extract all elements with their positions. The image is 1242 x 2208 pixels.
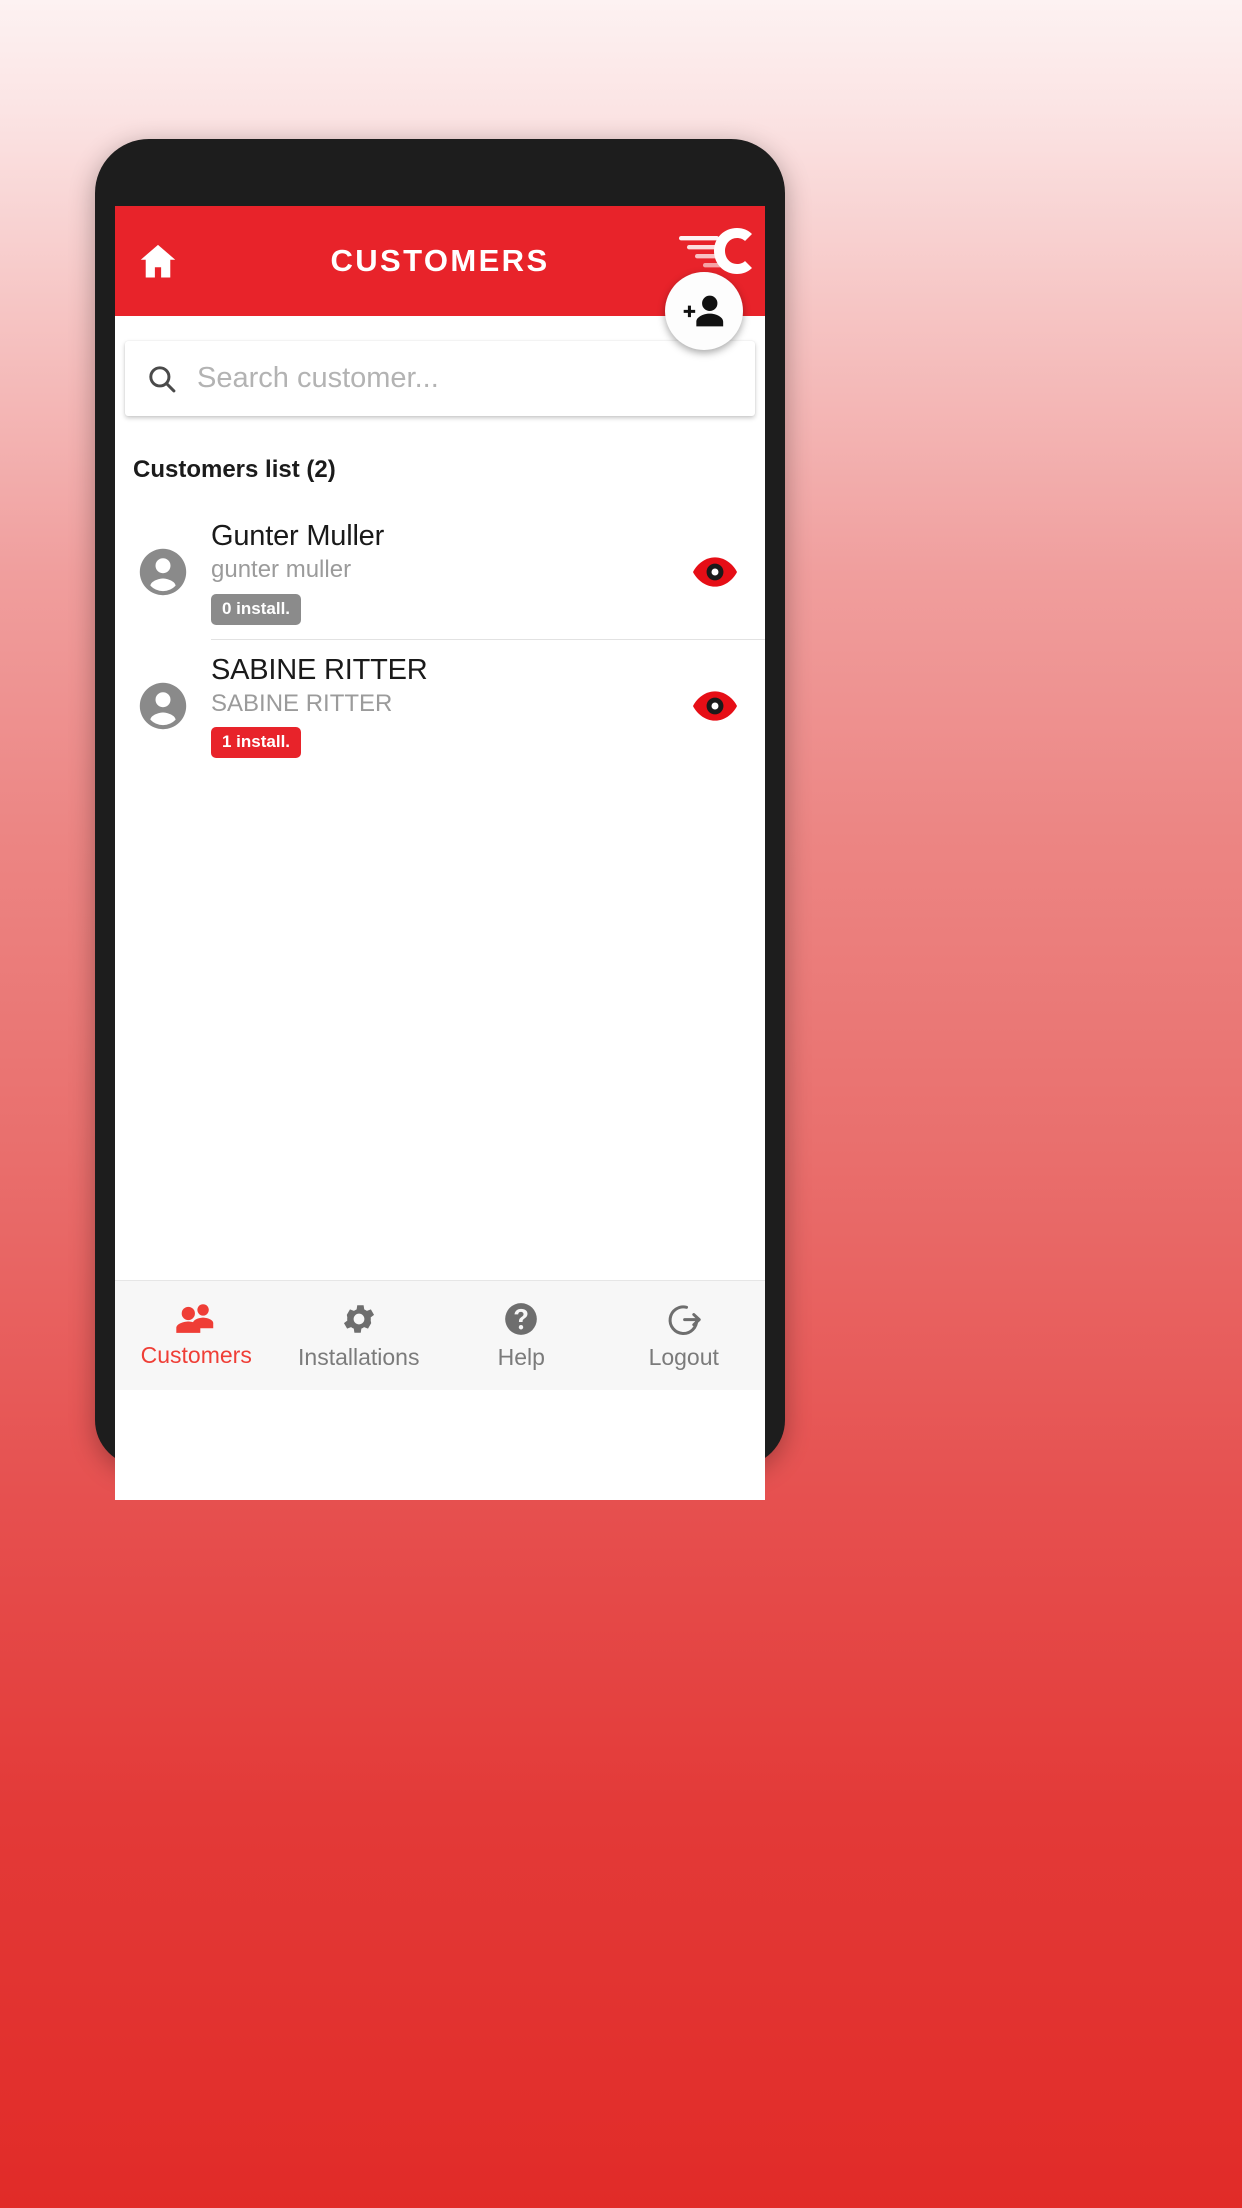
eye-icon (693, 556, 737, 588)
nav-label: Installations (298, 1344, 420, 1370)
search-section (115, 316, 765, 416)
customer-subtitle: gunter muller (211, 556, 352, 584)
view-customer-button[interactable] (665, 690, 765, 722)
avatar (115, 543, 211, 601)
search-input[interactable] (183, 362, 739, 395)
nav-item-logout[interactable]: Logout (603, 1281, 766, 1390)
customer-info: SABINE RITTER SABINE RITTER 1 install. (211, 654, 665, 759)
nav-item-customers[interactable]: Customers (115, 1281, 278, 1390)
person-avatar-icon (134, 677, 192, 735)
customer-subtitle: SABINE RITTER (211, 690, 393, 718)
customer-name: SABINE RITTER (211, 653, 428, 686)
add-customer-fab[interactable] (665, 272, 743, 350)
nav-label: Help (497, 1344, 545, 1370)
nav-item-installations[interactable]: Installations (278, 1281, 441, 1390)
nav-label: Customers (140, 1342, 252, 1368)
customer-info: Gunter Muller gunter muller 0 install. (211, 520, 665, 625)
eye-icon (693, 690, 737, 722)
logout-icon (664, 1300, 704, 1338)
add-person-icon (681, 288, 727, 334)
nav-item-help[interactable]: Help (440, 1281, 603, 1390)
main-content: Customers list (2) Gunter Muller gun (115, 316, 765, 1390)
customers-list: Gunter Muller gunter muller 0 install. S… (115, 506, 765, 772)
people-icon (176, 1302, 216, 1336)
status-badge: 1 install. (211, 727, 302, 759)
question-icon (502, 1300, 540, 1338)
customer-name: Gunter Muller (211, 520, 385, 552)
person-avatar-icon (134, 543, 192, 601)
bottom-navigation: Customers Installations Help Logout (115, 1280, 765, 1390)
status-badge: 0 install. (211, 593, 302, 625)
search-bar[interactable] (125, 341, 755, 416)
customers-list-heading: Customers list (2) (133, 456, 336, 483)
nav-label: Logout (648, 1344, 719, 1370)
search-icon (141, 362, 183, 396)
view-customer-button[interactable] (665, 556, 765, 588)
table-row[interactable]: Gunter Muller gunter muller 0 install. (115, 506, 765, 639)
table-row[interactable]: SABINE RITTER SABINE RITTER 1 install. (115, 640, 765, 773)
avatar (115, 677, 211, 735)
phone-frame: CUSTOMERS Search customer... Customers l… (95, 139, 785, 1500)
gear-icon (340, 1300, 378, 1338)
phone-screen: CUSTOMERS Search customer... Customers l… (115, 206, 765, 1500)
